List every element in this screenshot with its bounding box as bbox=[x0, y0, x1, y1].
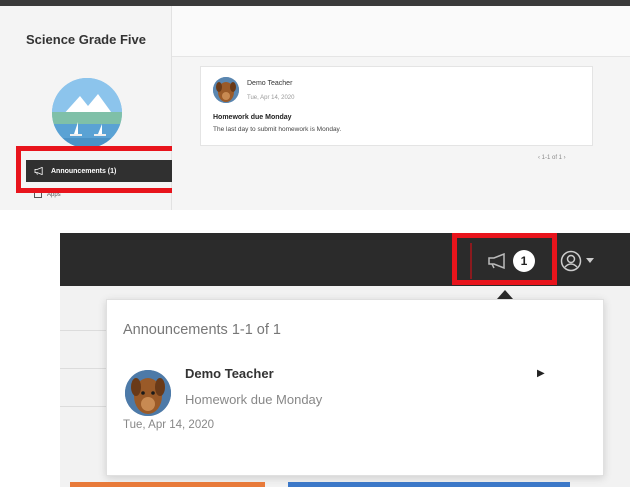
course-avatar[interactable] bbox=[52, 78, 122, 148]
dropdown-caret bbox=[497, 290, 513, 299]
dog-avatar-image bbox=[213, 77, 239, 103]
accent-bar bbox=[70, 482, 265, 487]
avatar bbox=[125, 370, 171, 416]
announcement-card[interactable]: Demo Teacher Tue, Apr 14, 2020 Homework … bbox=[200, 66, 593, 146]
user-circle-icon bbox=[560, 250, 582, 272]
course-title: Science Grade Five bbox=[26, 32, 146, 47]
divider bbox=[60, 368, 110, 369]
divider bbox=[60, 406, 110, 407]
post-body: The last day to submit homework is Monda… bbox=[213, 126, 342, 133]
dropdown-title[interactable]: Homework due Monday bbox=[185, 392, 322, 407]
chevron-down-icon bbox=[586, 258, 594, 263]
user-menu-button[interactable] bbox=[560, 248, 610, 274]
divider bbox=[60, 330, 110, 331]
course-page-panel: Science Grade Five Announcements (1) App… bbox=[0, 0, 630, 210]
announcements-dropdown: Announcements 1-1 of 1 Demo Teacher Home… bbox=[106, 299, 604, 476]
content-topbar bbox=[172, 6, 630, 57]
post-author: Demo Teacher bbox=[247, 80, 293, 87]
pagination[interactable]: ‹ 1-1 of 1 › bbox=[538, 155, 566, 161]
accent-bar bbox=[288, 482, 570, 487]
highlight-box bbox=[16, 146, 187, 193]
post-date: Tue, Apr 14, 2020 bbox=[247, 95, 295, 101]
chevron-right-icon[interactable]: ▶ bbox=[537, 368, 545, 379]
highlight-box bbox=[452, 233, 557, 285]
dropdown-header: Announcements 1-1 of 1 bbox=[123, 322, 281, 338]
avatar bbox=[213, 77, 239, 103]
dropdown-date: Tue, Apr 14, 2020 bbox=[123, 419, 215, 431]
dog-avatar-image bbox=[125, 370, 171, 416]
post-title: Homework due Monday bbox=[213, 114, 292, 121]
course-landscape-image bbox=[52, 78, 122, 148]
dropdown-author[interactable]: Demo Teacher bbox=[185, 366, 274, 381]
